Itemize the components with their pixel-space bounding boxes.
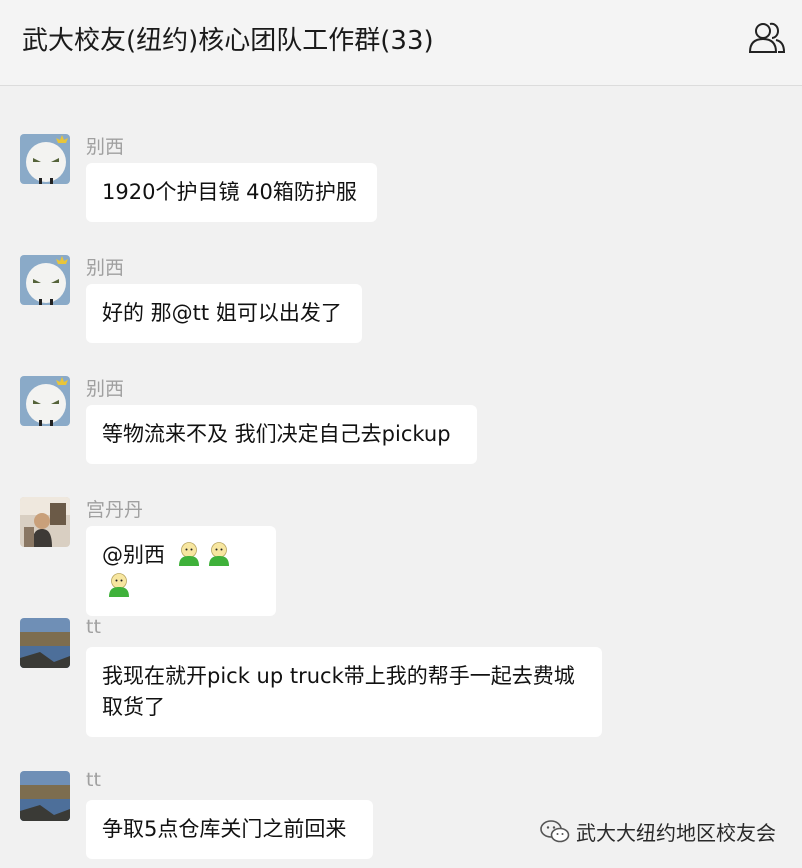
avatar[interactable] — [20, 255, 70, 305]
chat-header: 武大校友(纽约)核心团队工作群(33) — [0, 0, 802, 86]
green-face-emoji — [109, 573, 129, 597]
sender-name: tt — [86, 616, 101, 638]
message-bubble[interactable]: 1920个护目镜 40箱防护服 — [86, 163, 377, 222]
watermark: 武大大纽约地区校友会 — [540, 817, 776, 846]
message-text: 我现在就开pick up truck带上我的帮手一起去费城取货了 — [102, 664, 575, 719]
avatar[interactable] — [20, 618, 70, 668]
message-text: 1920个护目镜 40箱防护服 — [102, 180, 357, 204]
avatar[interactable] — [20, 497, 70, 547]
message-bubble[interactable]: @别西 — [86, 526, 276, 616]
sender-name: tt — [86, 769, 101, 791]
sender-name: 别西 — [86, 257, 125, 279]
chat-title: 武大校友(纽约)核心团队工作群(33) — [22, 26, 434, 56]
message-text: 争取5点仓库关门之前回来 — [102, 817, 347, 841]
message-bubble[interactable]: 我现在就开pick up truck带上我的帮手一起去费城取货了 — [86, 647, 602, 737]
watermark-text: 武大大纽约地区校友会 — [576, 821, 776, 845]
people-icon[interactable] — [748, 20, 786, 54]
avatar[interactable] — [20, 771, 70, 821]
green-face-emoji — [178, 542, 199, 566]
message-text: 等物流来不及 我们决定自己去pickup — [102, 422, 451, 446]
message-bubble[interactable]: 争取5点仓库关门之前回来 — [86, 800, 373, 859]
message-text: 好的 那@tt 姐可以出发了 — [102, 301, 342, 325]
avatar[interactable] — [20, 134, 70, 184]
message-bubble[interactable]: 好的 那@tt 姐可以出发了 — [86, 284, 362, 343]
sender-name: 宫丹丹 — [86, 499, 144, 521]
avatar[interactable] — [20, 376, 70, 426]
sender-name: 别西 — [86, 136, 125, 158]
sender-name: 别西 — [86, 378, 125, 400]
message-text: @别西 — [102, 543, 165, 567]
message-bubble[interactable]: 等物流来不及 我们决定自己去pickup — [86, 405, 477, 464]
wechat-icon — [540, 819, 570, 842]
green-face-emoji — [208, 542, 229, 566]
